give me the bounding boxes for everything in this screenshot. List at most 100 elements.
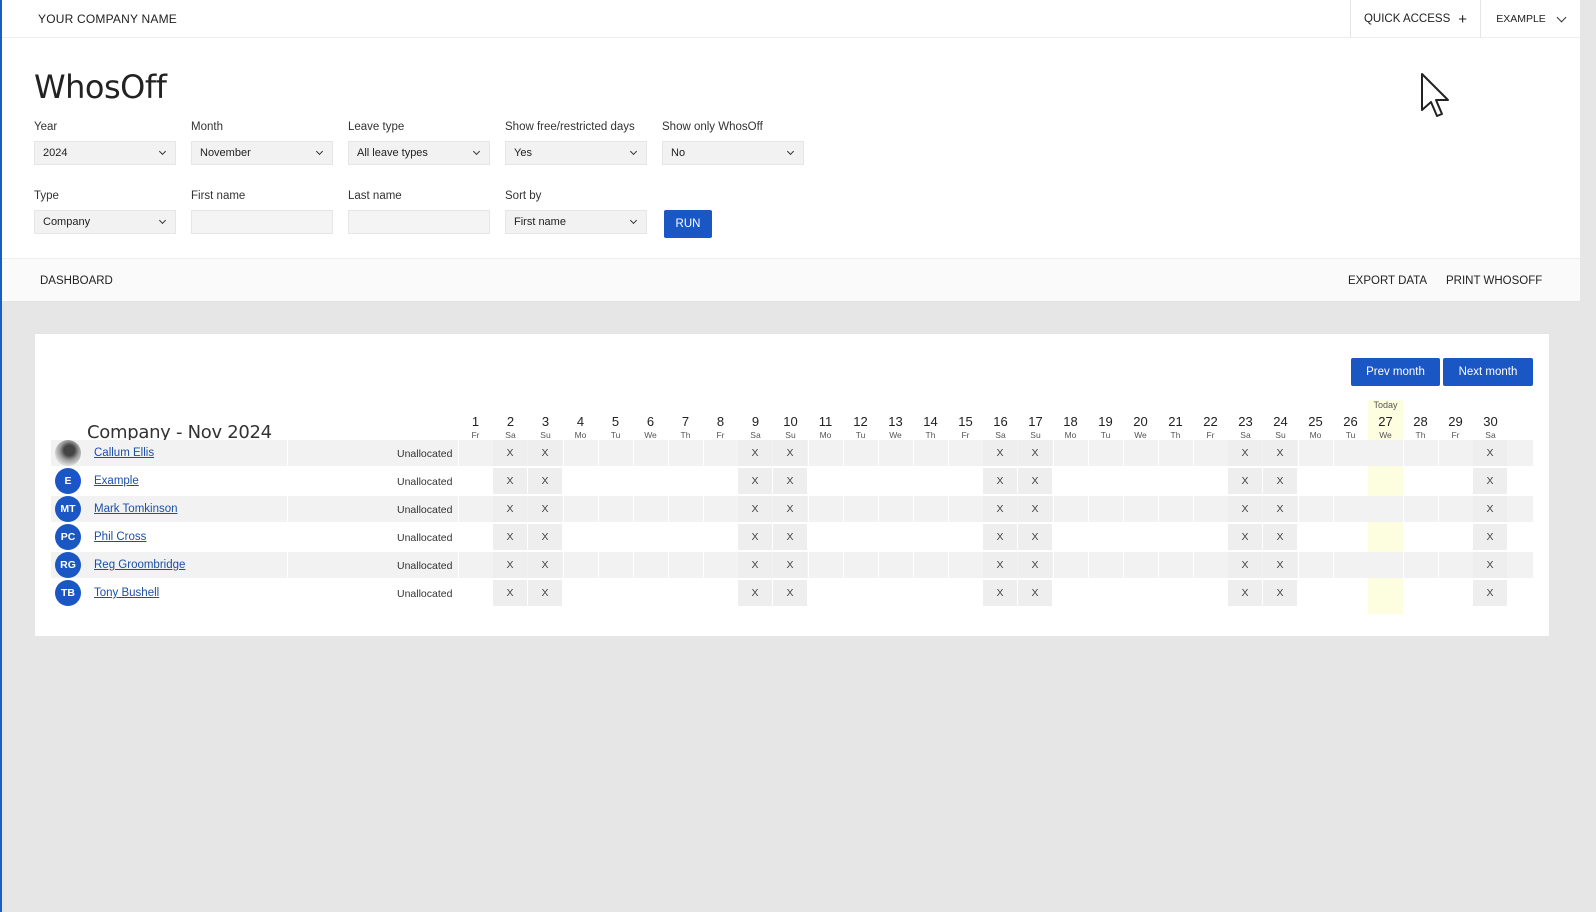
day-cell[interactable] [458, 496, 492, 522]
weekend-cell[interactable]: X [773, 468, 807, 494]
day-cell[interactable] [1333, 496, 1367, 522]
day-cell[interactable] [1123, 580, 1157, 606]
next-month-button[interactable]: Next month [1443, 358, 1533, 386]
weekend-cell[interactable]: X [1263, 496, 1297, 522]
weekend-cell[interactable]: X [1228, 496, 1262, 522]
day-cell[interactable] [913, 440, 947, 466]
person-name-link[interactable]: Callum Ellis [94, 447, 154, 459]
day-cell[interactable] [1053, 440, 1087, 466]
day-cell[interactable] [458, 552, 492, 578]
weekend-cell[interactable]: X [738, 580, 772, 606]
day-cell[interactable] [878, 440, 912, 466]
weekend-cell[interactable]: X [1473, 440, 1507, 466]
day-cell[interactable] [598, 524, 632, 550]
day-cell[interactable] [948, 468, 982, 494]
leave-type-select[interactable]: All leave types [348, 141, 490, 165]
weekend-cell[interactable]: X [1473, 552, 1507, 578]
account-menu[interactable]: EXAMPLE [1480, 0, 1580, 38]
day-cell[interactable] [878, 496, 912, 522]
sort-by-select[interactable]: First name [505, 210, 647, 234]
day-cell[interactable] [1368, 552, 1402, 578]
year-select[interactable]: 2024 [34, 141, 176, 165]
day-cell[interactable] [1053, 552, 1087, 578]
weekend-cell[interactable]: X [1263, 468, 1297, 494]
weekend-cell[interactable]: X [983, 524, 1017, 550]
export-data-link[interactable]: EXPORT DATA [1348, 275, 1427, 287]
day-cell[interactable] [1088, 468, 1122, 494]
weekend-cell[interactable]: X [983, 496, 1017, 522]
day-cell[interactable] [458, 468, 492, 494]
person-name-link[interactable]: Example [94, 475, 139, 487]
day-cell[interactable] [1298, 468, 1332, 494]
day-cell[interactable] [808, 524, 842, 550]
day-cell[interactable] [878, 524, 912, 550]
day-cell[interactable] [703, 524, 737, 550]
day-cell[interactable] [1193, 552, 1227, 578]
day-cell[interactable] [1193, 440, 1227, 466]
day-cell[interactable] [633, 468, 667, 494]
day-cell[interactable] [1193, 496, 1227, 522]
person-name-link[interactable]: Phil Cross [94, 531, 146, 543]
day-cell[interactable] [843, 524, 877, 550]
weekend-cell[interactable]: X [1018, 440, 1052, 466]
day-cell[interactable] [1053, 496, 1087, 522]
day-cell[interactable] [703, 580, 737, 606]
day-cell[interactable] [1193, 468, 1227, 494]
day-cell[interactable] [1333, 552, 1367, 578]
day-cell[interactable] [1123, 440, 1157, 466]
day-cell[interactable] [1158, 496, 1192, 522]
weekend-cell[interactable]: X [1228, 552, 1262, 578]
day-cell[interactable] [1438, 440, 1472, 466]
run-button[interactable]: RUN [664, 210, 712, 238]
weekend-cell[interactable]: X [1018, 580, 1052, 606]
month-select[interactable]: November [191, 141, 333, 165]
day-cell[interactable] [1333, 440, 1367, 466]
day-cell[interactable] [843, 496, 877, 522]
day-cell[interactable] [1123, 468, 1157, 494]
day-cell[interactable] [878, 580, 912, 606]
day-cell[interactable] [563, 496, 597, 522]
day-cell[interactable] [598, 580, 632, 606]
day-cell[interactable] [843, 580, 877, 606]
day-cell[interactable] [1158, 524, 1192, 550]
day-cell[interactable] [1158, 468, 1192, 494]
day-cell[interactable] [458, 580, 492, 606]
weekend-cell[interactable]: X [528, 552, 562, 578]
day-cell[interactable] [703, 440, 737, 466]
weekend-cell[interactable]: X [738, 440, 772, 466]
day-cell[interactable] [668, 496, 702, 522]
weekend-cell[interactable]: X [1263, 524, 1297, 550]
weekend-cell[interactable]: X [773, 580, 807, 606]
day-cell[interactable] [878, 552, 912, 578]
day-cell[interactable] [1368, 440, 1402, 466]
day-cell[interactable] [808, 580, 842, 606]
day-cell[interactable] [668, 580, 702, 606]
day-cell[interactable] [563, 580, 597, 606]
day-cell[interactable] [1053, 580, 1087, 606]
day-cell[interactable] [1438, 524, 1472, 550]
day-cell[interactable] [1403, 580, 1437, 606]
weekend-cell[interactable]: X [1473, 496, 1507, 522]
day-cell[interactable] [598, 468, 632, 494]
weekend-cell[interactable]: X [1263, 440, 1297, 466]
day-cell[interactable] [633, 552, 667, 578]
day-cell[interactable] [563, 468, 597, 494]
weekend-cell[interactable]: X [493, 496, 527, 522]
weekend-cell[interactable]: X [1018, 496, 1052, 522]
day-cell[interactable] [1053, 468, 1087, 494]
weekend-cell[interactable]: X [528, 496, 562, 522]
day-cell[interactable] [1088, 496, 1122, 522]
day-cell[interactable] [1333, 468, 1367, 494]
day-cell[interactable] [1298, 552, 1332, 578]
only-whosoff-select[interactable]: No [662, 141, 804, 165]
day-cell[interactable] [948, 440, 982, 466]
day-cell[interactable] [948, 524, 982, 550]
weekend-cell[interactable]: X [983, 468, 1017, 494]
person-name-link[interactable]: Mark Tomkinson [94, 503, 178, 515]
day-cell[interactable] [458, 440, 492, 466]
day-cell[interactable] [1368, 496, 1402, 522]
weekend-cell[interactable]: X [738, 524, 772, 550]
day-cell[interactable] [1403, 468, 1437, 494]
day-cell[interactable] [1368, 580, 1402, 606]
weekend-cell[interactable]: X [983, 580, 1017, 606]
